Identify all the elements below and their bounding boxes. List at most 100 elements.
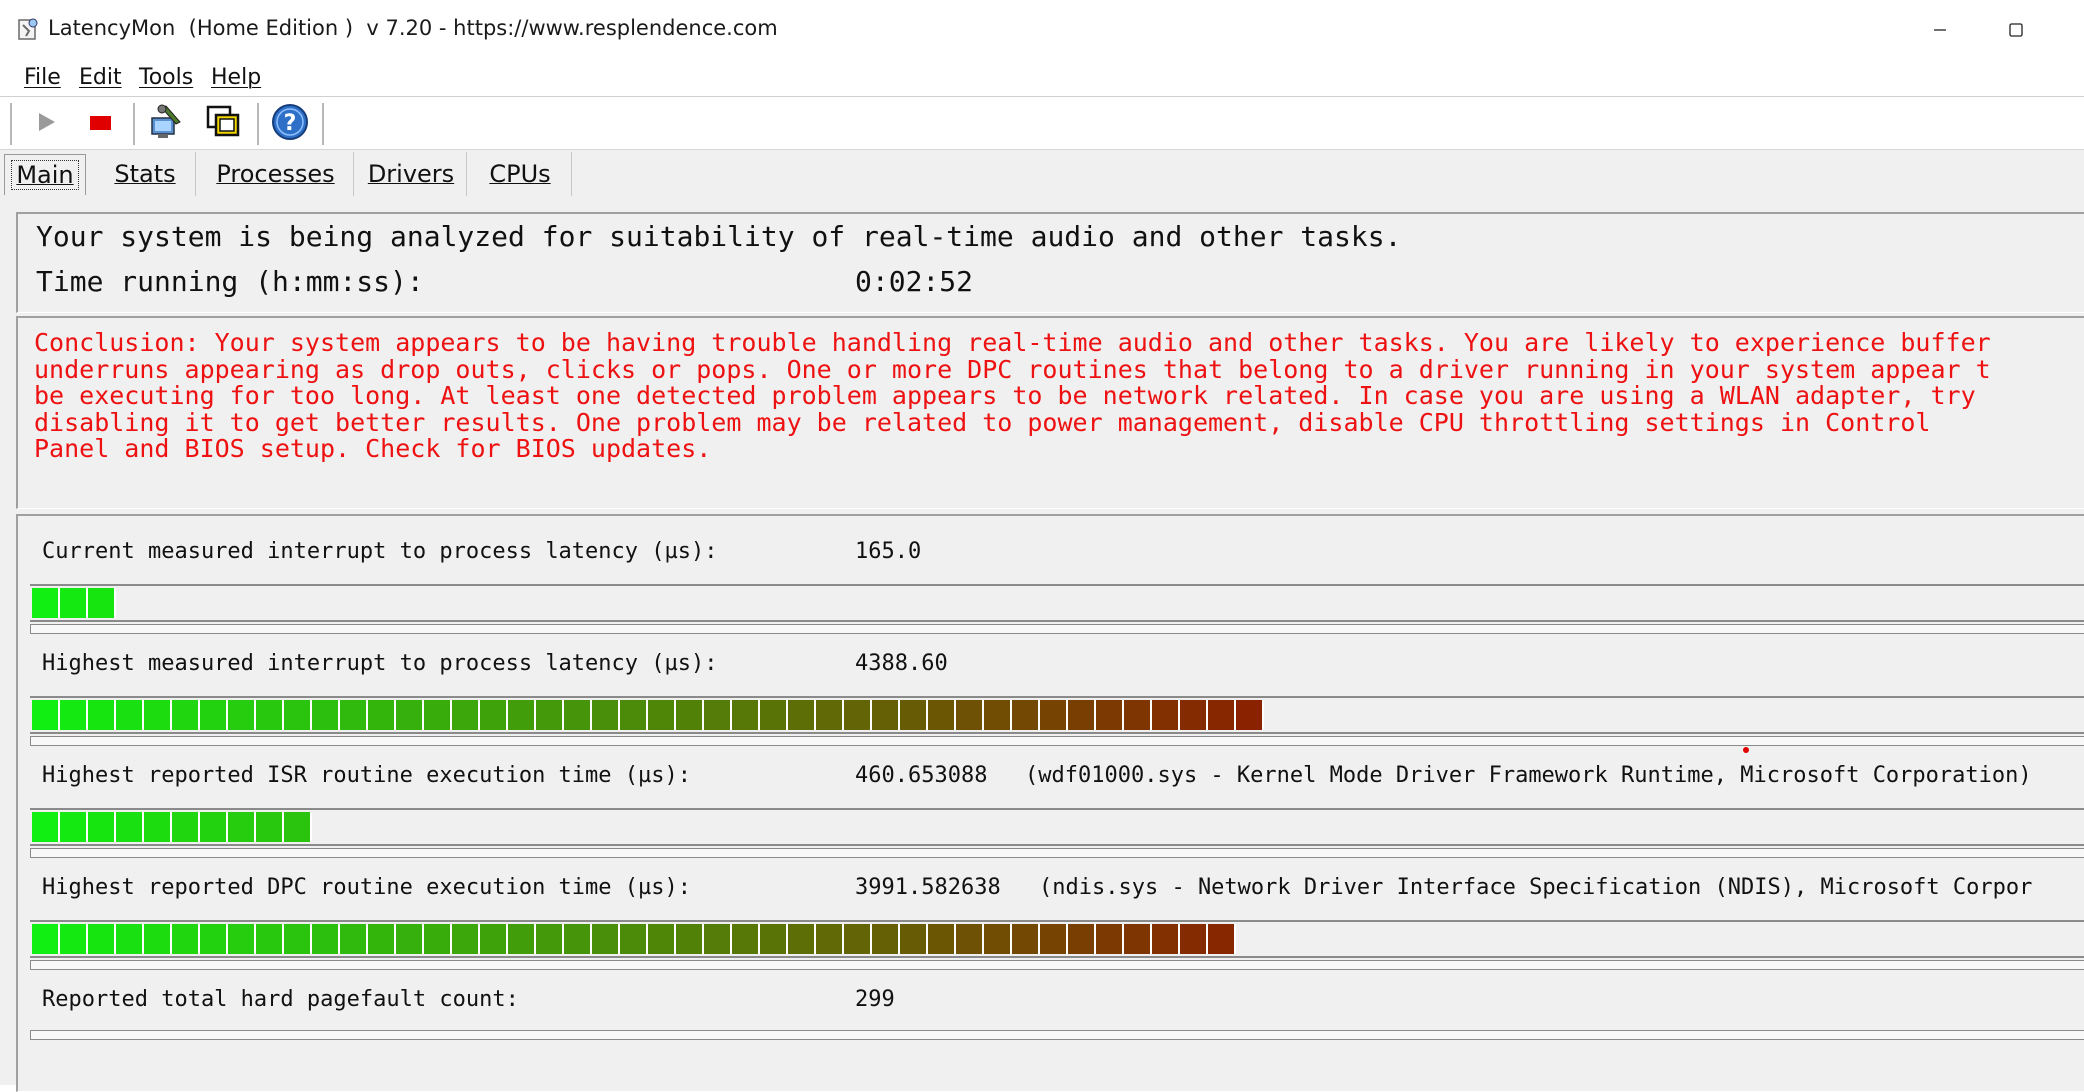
meter-segment: [424, 924, 452, 954]
time-running-label: Time running (h:mm:ss):: [36, 265, 424, 298]
meter-segment: [704, 700, 732, 730]
meter-segment: [284, 924, 312, 954]
tab-processes[interactable]: Processes: [198, 152, 354, 196]
meter-segment: [228, 700, 256, 730]
windows-button[interactable]: [202, 103, 246, 145]
start-button[interactable]: [24, 103, 68, 145]
meter-segment: [312, 924, 340, 954]
current-latency-meter-fill: [32, 588, 116, 618]
highest-latency-value: 4388.60: [855, 651, 948, 676]
current-latency-meter-base: [30, 624, 2084, 634]
help-button[interactable]: ?: [268, 103, 312, 145]
isr-time-meter: [30, 808, 2084, 846]
menu-help-label: Help: [211, 65, 262, 90]
meter-segment: [256, 700, 284, 730]
tab-drivers-label: Drivers: [367, 160, 455, 188]
meter-segment: [788, 924, 816, 954]
tab-bar: Main Stats Processes Drivers CPUs: [0, 150, 2084, 200]
meter-segment: [704, 924, 732, 954]
meter-segment: [256, 924, 284, 954]
tab-main-label: Main: [11, 160, 79, 190]
meter-segment: [60, 924, 88, 954]
dpc-time-meter: [30, 920, 2084, 958]
tab-cpus[interactable]: CPUs: [469, 152, 572, 196]
meter-segment: [1012, 700, 1040, 730]
tab-stats-label: Stats: [114, 160, 176, 188]
meter-segment: [88, 700, 116, 730]
window-title: LatencyMon (Home Edition ) v 7.20 - http…: [48, 16, 778, 40]
toolbar-separator: [133, 103, 135, 145]
maximize-button[interactable]: [1996, 14, 2036, 46]
meter-segment: [1152, 924, 1180, 954]
meter-segment: [620, 700, 648, 730]
meter-segment: [1236, 700, 1264, 730]
meter-segment: [844, 700, 872, 730]
meter-segment: [144, 700, 172, 730]
meter-segment: [284, 700, 312, 730]
meter-segment: [508, 700, 536, 730]
meter-segment: [1208, 924, 1236, 954]
time-running-value: 0:02:52: [855, 265, 974, 298]
meter-segment: [1096, 700, 1124, 730]
title-bar: LatencyMon (Home Edition ) v 7.20 - http…: [0, 0, 2084, 60]
meter-segment: [564, 924, 592, 954]
meter-segment: [32, 700, 60, 730]
tab-cpus-label: CPUs: [489, 160, 551, 188]
highest-latency-label: Highest measured interrupt to process la…: [42, 651, 718, 676]
meter-segment: [32, 812, 60, 842]
stop-button[interactable]: [78, 103, 122, 145]
menu-edit-label: Edit: [79, 65, 122, 90]
dpc-time-meter-fill: [32, 924, 1236, 954]
svg-text:?: ?: [284, 111, 297, 136]
meter-segment: [1068, 700, 1096, 730]
tools-button[interactable]: [145, 103, 189, 145]
meter-segment: [284, 812, 312, 842]
meter-segment: [564, 700, 592, 730]
current-latency-value: 165.0: [855, 539, 922, 564]
toolbar-separator: [322, 103, 324, 145]
current-latency-label: Current measured interrupt to process la…: [42, 539, 718, 564]
meter-segment: [396, 924, 424, 954]
meter-segment: [928, 700, 956, 730]
menu-edit[interactable]: Edit: [79, 65, 122, 90]
highest-latency-meter-base: [30, 736, 2084, 746]
meter-segment: [956, 924, 984, 954]
minimize-button[interactable]: [1920, 14, 1960, 46]
meter-segment: [620, 924, 648, 954]
meter-segment: [592, 700, 620, 730]
menu-tools[interactable]: Tools: [139, 65, 193, 90]
meter-segment: [424, 700, 452, 730]
meter-segment: [452, 700, 480, 730]
pagefault-meter-base: [30, 1030, 2084, 1040]
meter-segment: [760, 924, 788, 954]
meter-segment: [452, 924, 480, 954]
meter-segment: [396, 700, 424, 730]
meter-segment: [1096, 924, 1124, 954]
tab-stats[interactable]: Stats: [95, 152, 196, 196]
meter-segment: [228, 812, 256, 842]
tab-drivers[interactable]: Drivers: [356, 152, 467, 196]
isr-time-meter-fill: [32, 812, 312, 842]
meter-segment: [816, 700, 844, 730]
meter-segment: [536, 924, 564, 954]
meter-segment: [368, 700, 396, 730]
play-icon: [34, 110, 58, 138]
menu-help[interactable]: Help: [211, 65, 261, 90]
meter-segment: [172, 700, 200, 730]
menu-bar: File Edit Tools Help: [0, 60, 2084, 97]
meter-segment: [872, 700, 900, 730]
highest-latency-meter: [30, 696, 2084, 734]
meter-segment: [368, 924, 396, 954]
meter-segment: [648, 924, 676, 954]
dpc-time-value: 3991.582638: [855, 875, 1001, 900]
meter-segment: [88, 588, 116, 618]
latencymon-app-icon: [17, 17, 41, 41]
analysis-status-text: Your system is being analyzed for suitab…: [36, 220, 1402, 253]
meter-segment: [676, 700, 704, 730]
meter-segment: [60, 700, 88, 730]
tab-main[interactable]: Main: [4, 154, 86, 195]
menu-file-label: File: [24, 65, 61, 90]
menu-file[interactable]: File: [24, 65, 61, 90]
meter-segment: [200, 700, 228, 730]
meter-segment: [88, 812, 116, 842]
